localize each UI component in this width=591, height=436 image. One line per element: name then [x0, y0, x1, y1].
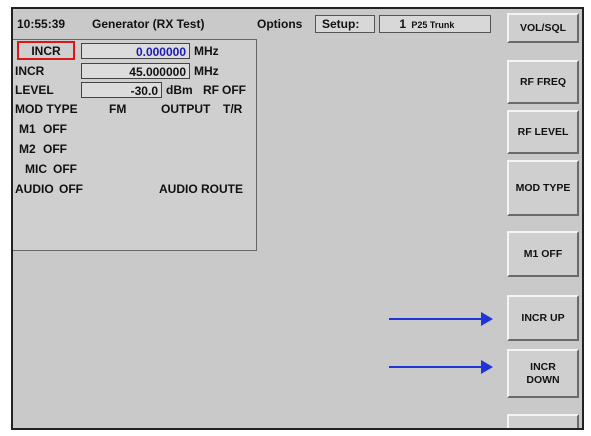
rf-level-softkey[interactable]: RF LEVEL [507, 110, 579, 154]
rf-freq-softkey[interactable]: RF FREQ [507, 60, 579, 104]
level-unit: dBm [166, 83, 193, 97]
generator-screen: 10:55:39 Generator (RX Test) Options Set… [11, 7, 584, 430]
output-label: OUTPUT [161, 102, 211, 116]
clock: 10:55:39 [17, 17, 66, 31]
m1-value[interactable]: OFF [43, 122, 67, 136]
incr-selected-label[interactable]: INCR [17, 41, 75, 60]
incr-label: INCR [15, 64, 45, 78]
arrowhead-incr-up-icon [481, 312, 493, 326]
incr-selected-field[interactable]: 0.000000 [81, 43, 190, 59]
incr-unit: MHz [194, 64, 219, 78]
mic-row: MIC OFF [13, 160, 257, 178]
incr-row: INCR 45.000000 MHz [13, 62, 257, 80]
mic-label: MIC [25, 162, 47, 176]
mod-type-softkey[interactable]: MOD TYPE [507, 160, 579, 216]
m1-off-softkey[interactable]: M1 OFF [507, 231, 579, 277]
setup-label[interactable]: Setup: [315, 15, 375, 33]
vol-sql-softkey[interactable]: VOL/SQL [507, 13, 579, 43]
incr-selected-row: INCR 0.000000 MHz [13, 41, 257, 60]
incr-selected-unit: MHz [194, 44, 219, 58]
m2-label: M2 [19, 142, 36, 156]
output-value[interactable]: T/R [223, 102, 242, 116]
audio-row: AUDIO OFF AUDIO ROUTE [13, 180, 257, 198]
top-bar: 10:55:39 Generator (RX Test) Options Set… [13, 9, 501, 39]
mod-type-value[interactable]: FM [109, 102, 126, 116]
softkey-column: VOL/SQL RF FREQ RF LEVEL MOD TYPE M1 OFF… [504, 9, 582, 428]
incr-down-softkey[interactable]: INCR DOWN [507, 349, 579, 398]
m1-label: M1 [19, 122, 36, 136]
mod-type-label: MOD TYPE [15, 102, 78, 116]
rf-state[interactable]: OFF [222, 83, 246, 97]
options-menu[interactable]: Options [257, 17, 302, 31]
level-label: LEVEL [15, 83, 54, 97]
incr-up-softkey[interactable]: INCR UP [507, 295, 579, 341]
setup-selector[interactable]: 1 P25 Trunk [379, 15, 491, 33]
arrowhead-incr-down-icon [481, 360, 493, 374]
audio-route-button[interactable]: AUDIO ROUTE [159, 182, 243, 196]
arrow-incr-up [389, 318, 483, 320]
setup-number: 1 [399, 17, 406, 31]
incr-field[interactable]: 45.000000 [81, 63, 190, 79]
setup-mode: P25 Trunk [411, 20, 455, 30]
level-row: LEVEL -30.0 dBm RF OFF [13, 81, 257, 99]
rf-label: RF [203, 83, 219, 97]
m2-value[interactable]: OFF [43, 142, 67, 156]
audio-label: AUDIO [15, 182, 54, 196]
audio-value[interactable]: OFF [59, 182, 83, 196]
m2-row: M2 OFF [13, 140, 257, 158]
mic-value[interactable]: OFF [53, 162, 77, 176]
mod-type-row: MOD TYPE FM OUTPUT T/R [13, 100, 257, 118]
arrow-incr-down [389, 366, 483, 368]
blank-softkey[interactable] [507, 414, 579, 428]
generator-panel: INCR 0.000000 MHz INCR 45.000000 MHz LEV… [13, 39, 257, 251]
level-field[interactable]: -30.0 [81, 82, 162, 98]
m1-row: M1 OFF [13, 120, 257, 138]
screen-title: Generator (RX Test) [92, 17, 205, 31]
